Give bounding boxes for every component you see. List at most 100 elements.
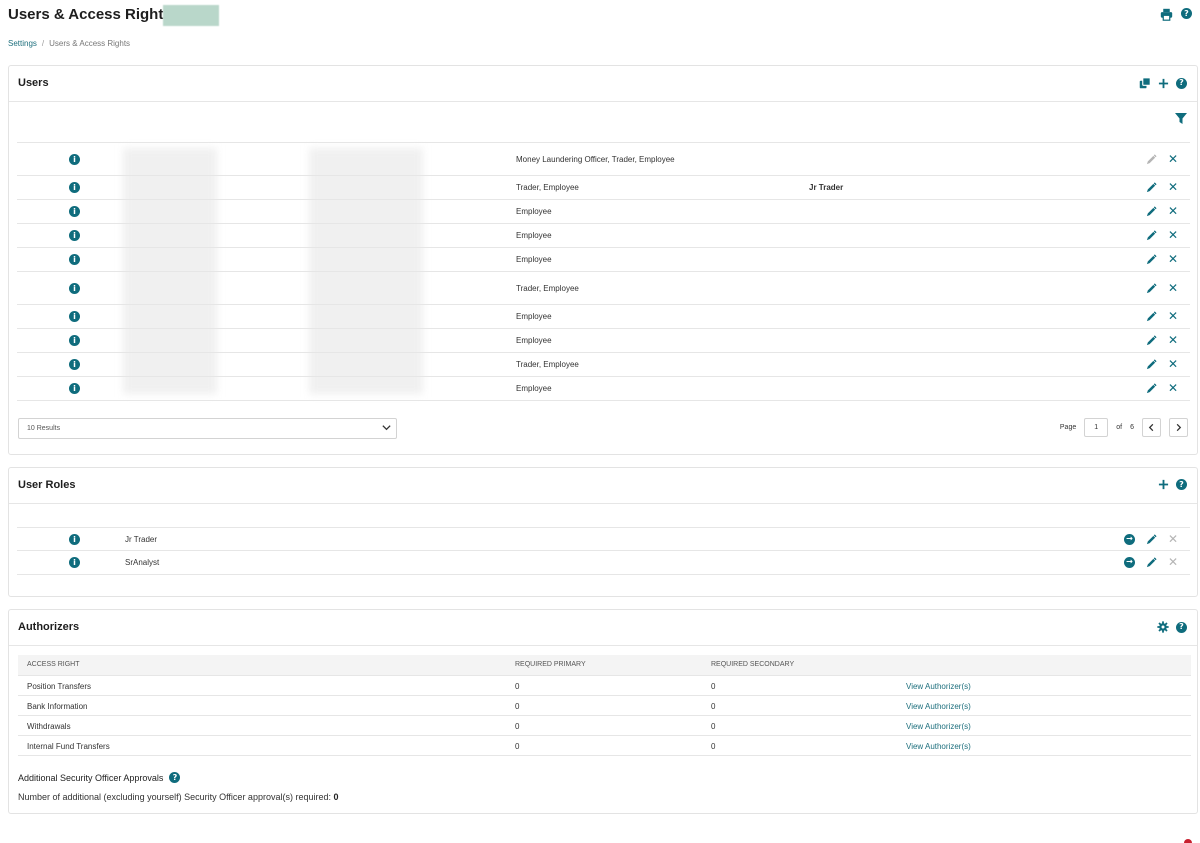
edit-icon[interactable]	[1146, 533, 1157, 545]
table-row[interactable]: i Trader, Employee ✕	[17, 272, 1190, 305]
delete-icon[interactable]: ✕	[1168, 358, 1178, 370]
help-icon[interactable]: ?	[169, 772, 181, 783]
page-label: Page	[1059, 424, 1077, 431]
view-authorizers-link[interactable]: View Authorizer(s)	[906, 742, 971, 751]
view-authorizers-link[interactable]: View Authorizer(s)	[906, 722, 971, 731]
help-icon[interactable]: ?	[1181, 8, 1192, 19]
edit-icon[interactable]	[1146, 334, 1157, 346]
gear-icon[interactable]	[1157, 621, 1169, 633]
info-icon[interactable]: i	[69, 335, 80, 346]
info-icon[interactable]: i	[69, 534, 80, 545]
view-authorizers-link[interactable]: View Authorizer(s)	[906, 702, 971, 711]
user-roles-cell: Employee	[516, 312, 552, 321]
delete-icon[interactable]: ✕	[1168, 556, 1178, 568]
user-roles-cell: Money Laundering Officer, Trader, Employ…	[516, 155, 675, 164]
help-icon[interactable]: ?	[1176, 77, 1187, 89]
user-roles-cell: Employee	[516, 255, 552, 264]
info-icon[interactable]: i	[69, 230, 80, 241]
table-row[interactable]: i Employee ✕	[17, 377, 1190, 401]
view-authorizers-link[interactable]: View Authorizer(s)	[906, 682, 971, 691]
help-icon[interactable]: ?	[1176, 479, 1187, 490]
previous-page-button[interactable]	[1142, 418, 1161, 437]
user-roles-cell: Employee	[516, 384, 552, 393]
user-roles-title: User Roles	[18, 479, 76, 491]
user-roles-cell: Trader, Employee	[516, 284, 579, 293]
table-row[interactable]: i Employee ✕	[17, 329, 1190, 353]
authorizers-header-icons: ?	[1157, 621, 1187, 633]
delete-icon[interactable]: ✕	[1168, 282, 1178, 294]
row-actions: → ✕	[1123, 533, 1178, 545]
edit-icon[interactable]	[1146, 282, 1157, 294]
delete-icon[interactable]: ✕	[1168, 205, 1178, 217]
required-primary-cell: 0	[515, 722, 520, 731]
info-icon[interactable]: i	[69, 254, 80, 265]
delete-icon[interactable]: ✕	[1168, 310, 1178, 322]
table-row[interactable]: i Money Laundering Officer, Trader, Empl…	[17, 143, 1190, 176]
edit-icon[interactable]	[1146, 358, 1157, 370]
page-title: Users & Access Rights	[8, 6, 172, 23]
info-icon[interactable]: i	[69, 283, 80, 294]
table-row[interactable]: i Trader, Employee ✕	[17, 353, 1190, 377]
user-roles-cell: Trader, Employee	[516, 183, 579, 192]
info-icon[interactable]: i	[69, 383, 80, 394]
authorizers-table: ACCESS RIGHT REQUIRED PRIMARY REQUIRED S…	[18, 655, 1191, 756]
table-row: Position Transfers 0 0 View Authorizer(s…	[18, 676, 1191, 696]
delete-icon[interactable]: ✕	[1168, 253, 1178, 265]
plus-icon[interactable]	[1158, 479, 1169, 490]
info-icon[interactable]: i	[69, 206, 80, 217]
access-right-cell: Position Transfers	[27, 682, 92, 691]
edit-icon[interactable]	[1146, 205, 1157, 217]
user-roles-cell: Trader, Employee	[516, 360, 579, 369]
table-row[interactable]: i Employee ✕	[17, 224, 1190, 248]
delete-icon[interactable]: ✕	[1168, 153, 1178, 165]
column-header-access-right: ACCESS RIGHT	[27, 661, 80, 668]
table-row[interactable]: i Employee ✕	[17, 248, 1190, 272]
delete-icon[interactable]: ✕	[1168, 382, 1178, 394]
edit-icon[interactable]	[1146, 181, 1157, 193]
info-icon[interactable]: i	[69, 154, 80, 165]
arrow-right-icon[interactable]: →	[1123, 556, 1135, 568]
delete-icon[interactable]: ✕	[1168, 533, 1178, 545]
row-actions: ✕	[1146, 181, 1178, 193]
info-icon[interactable]: i	[69, 557, 80, 568]
edit-icon[interactable]	[1146, 382, 1157, 394]
edit-icon[interactable]	[1146, 253, 1157, 265]
users-header-icons: ?	[1139, 77, 1187, 89]
info-icon[interactable]: i	[69, 359, 80, 370]
user-roles-header-icons: ?	[1158, 479, 1187, 490]
plus-icon[interactable]	[1158, 78, 1169, 89]
delete-icon[interactable]: ✕	[1168, 181, 1178, 193]
results-per-page-select[interactable]: 10 Results	[18, 418, 397, 439]
total-pages: 6	[1130, 424, 1134, 431]
breadcrumb-settings-link[interactable]: Settings	[8, 39, 37, 48]
chevron-down-icon	[381, 422, 392, 433]
users-title: Users	[18, 77, 49, 89]
edit-icon[interactable]	[1146, 310, 1157, 322]
user-roles-panel-header: User Roles ?	[9, 468, 1197, 504]
row-actions: ✕	[1146, 229, 1178, 241]
additional-approvals-description: Number of additional (excluding yourself…	[18, 792, 331, 802]
table-row[interactable]: i Trader, Employee Jr Trader ✕	[17, 176, 1190, 200]
breadcrumb: Settings / Users & Access Rights	[8, 39, 130, 48]
filter-icon[interactable]	[1175, 113, 1187, 124]
list-item[interactable]: i SrAnalyst → ✕	[17, 551, 1190, 575]
page-number-input[interactable]: 1	[1084, 418, 1109, 437]
table-row: Bank Information 0 0 View Authorizer(s)	[18, 696, 1191, 716]
help-icon[interactable]: ?	[1176, 621, 1187, 633]
copy-icon[interactable]	[1139, 77, 1151, 89]
table-row[interactable]: i Employee ✕	[17, 200, 1190, 224]
delete-icon[interactable]: ✕	[1168, 334, 1178, 346]
info-icon[interactable]: i	[69, 182, 80, 193]
role-name: SrAnalyst	[125, 558, 160, 567]
next-page-button[interactable]	[1169, 418, 1188, 437]
info-icon[interactable]: i	[69, 311, 80, 322]
table-row[interactable]: i Employee ✕	[17, 305, 1190, 329]
edit-icon[interactable]	[1146, 153, 1157, 165]
print-icon[interactable]	[1160, 8, 1173, 21]
list-item[interactable]: i Jr Trader → ✕	[17, 528, 1190, 551]
delete-icon[interactable]: ✕	[1168, 229, 1178, 241]
top-icons: ?	[1160, 8, 1192, 21]
edit-icon[interactable]	[1146, 229, 1157, 241]
edit-icon[interactable]	[1146, 556, 1157, 568]
arrow-right-icon[interactable]: →	[1123, 533, 1135, 545]
